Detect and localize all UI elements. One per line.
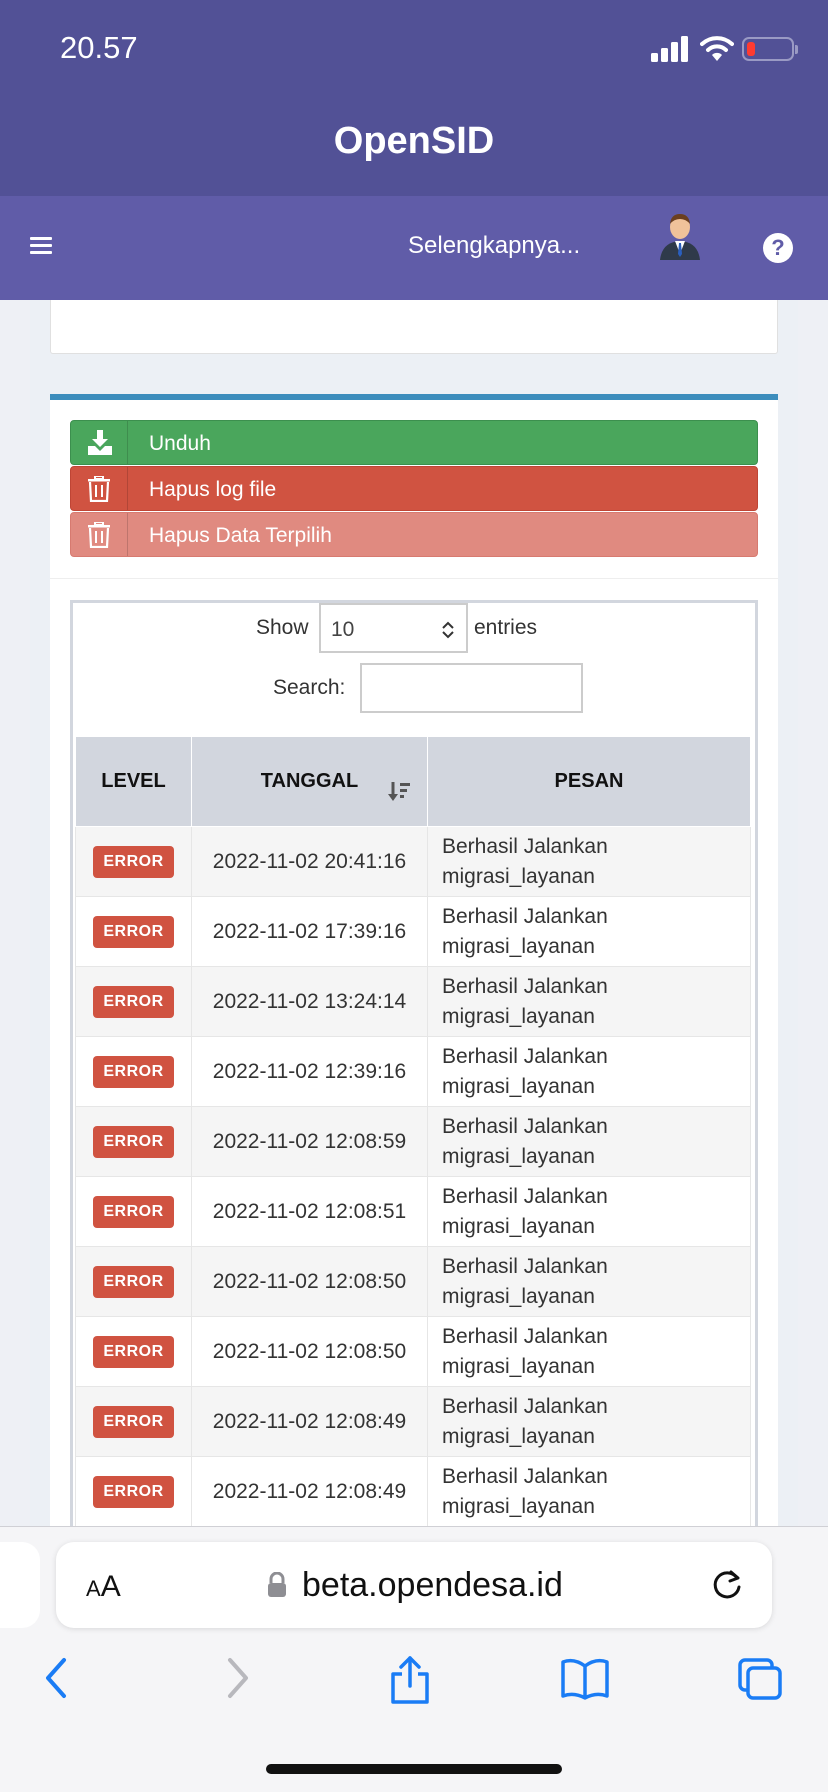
divider: [50, 578, 778, 579]
table-row[interactable]: ERROR 2022-11-02 12:08:59 Berhasil Jalan…: [75, 1106, 751, 1177]
hamburger-icon[interactable]: [30, 237, 52, 255]
search-label: Search:: [273, 676, 346, 699]
page-size-select[interactable]: 10: [319, 603, 468, 653]
url-text[interactable]: beta.opendesa.id: [302, 1566, 563, 1605]
table-row[interactable]: ERROR 2022-11-02 13:24:14 Berhasil Jalan…: [75, 966, 751, 1037]
show-label: Show: [256, 616, 309, 639]
signal-icon: [651, 36, 688, 62]
row-date: 2022-11-02 12:08:49: [191, 1386, 428, 1457]
delete-log-button[interactable]: Hapus log file: [70, 466, 758, 511]
help-icon[interactable]: ?: [763, 233, 793, 263]
forward-icon[interactable]: [222, 1656, 252, 1700]
column-header-message[interactable]: PESAN: [427, 736, 751, 827]
row-message: Berhasil Jalankan migrasi_layanan: [427, 896, 751, 967]
table-header-row: LEVEL TANGGAL PESAN: [75, 736, 751, 827]
user-avatar-icon[interactable]: [656, 210, 704, 260]
row-message: Berhasil Jalankan migrasi_layanan: [427, 1036, 751, 1107]
table-row[interactable]: ERROR 2022-11-02 20:41:16 Berhasil Jalan…: [75, 826, 751, 897]
row-date: 2022-11-02 12:08:59: [191, 1106, 428, 1177]
column-header-level[interactable]: LEVEL: [75, 736, 192, 827]
column-header-date[interactable]: TANGGAL: [191, 736, 428, 827]
level-badge: ERROR: [93, 1125, 174, 1158]
home-indicator: [266, 1764, 562, 1774]
row-message: Berhasil Jalankan migrasi_layanan: [427, 826, 751, 897]
table-row[interactable]: ERROR 2022-11-02 17:39:16 Berhasil Jalan…: [75, 896, 751, 967]
level-badge: ERROR: [93, 1055, 174, 1088]
row-date: 2022-11-02 17:39:16: [191, 896, 428, 967]
trash-icon: [71, 467, 128, 510]
level-badge: ERROR: [93, 985, 174, 1018]
chevron-updown-icon: [442, 621, 454, 639]
row-date: 2022-11-02 13:24:14: [191, 966, 428, 1037]
row-message: Berhasil Jalankan migrasi_layanan: [427, 966, 751, 1037]
row-date: 2022-11-02 12:08:51: [191, 1176, 428, 1247]
more-link[interactable]: Selengkapnya...: [408, 232, 580, 260]
download-button[interactable]: Unduh: [70, 420, 758, 465]
level-badge: ERROR: [93, 845, 174, 878]
row-message: Berhasil Jalankan migrasi_layanan: [427, 1106, 751, 1177]
level-badge: ERROR: [93, 1405, 174, 1438]
lock-icon: [268, 1572, 286, 1597]
row-date: 2022-11-02 12:08:50: [191, 1246, 428, 1317]
battery-icon: [742, 37, 798, 61]
reader-options-button[interactable]: AA: [86, 1570, 121, 1604]
top-box: [50, 300, 778, 354]
wifi-icon: [700, 36, 734, 61]
share-icon[interactable]: [388, 1656, 432, 1704]
tabs-icon[interactable]: [736, 1656, 784, 1702]
back-icon[interactable]: [42, 1656, 72, 1700]
page-size-value: 10: [331, 618, 355, 641]
table-row[interactable]: ERROR 2022-11-02 12:08:51 Berhasil Jalan…: [75, 1176, 751, 1247]
delete-log-label: Hapus log file: [149, 478, 277, 501]
table-row[interactable]: ERROR 2022-11-02 12:08:50 Berhasil Jalan…: [75, 1316, 751, 1387]
row-message: Berhasil Jalankan migrasi_layanan: [427, 1386, 751, 1457]
app-title: OpenSID: [333, 120, 495, 162]
table-row[interactable]: ERROR 2022-11-02 12:08:49 Berhasil Jalan…: [75, 1456, 751, 1527]
entries-label: entries: [474, 616, 538, 639]
row-date: 2022-11-02 12:08:50: [191, 1316, 428, 1387]
download-label: Unduh: [149, 432, 211, 455]
row-message: Berhasil Jalankan migrasi_layanan: [427, 1316, 751, 1387]
table-row[interactable]: ERROR 2022-11-02 12:08:50 Berhasil Jalan…: [75, 1246, 751, 1317]
level-badge: ERROR: [93, 1475, 174, 1508]
level-badge: ERROR: [93, 1195, 174, 1228]
row-date: 2022-11-02 20:41:16: [191, 826, 428, 897]
sort-icon: [388, 782, 410, 801]
reload-icon[interactable]: [710, 1568, 744, 1602]
column-header-date-label: TANGGAL: [260, 770, 359, 792]
delete-selected-label: Hapus Data Terpilih: [149, 524, 332, 547]
level-badge: ERROR: [93, 1265, 174, 1298]
previous-tab-preview[interactable]: [0, 1542, 40, 1628]
bookmarks-icon[interactable]: [560, 1656, 610, 1700]
table-row[interactable]: ERROR 2022-11-02 12:39:16 Berhasil Jalan…: [75, 1036, 751, 1107]
log-table: LEVEL TANGGAL PESAN ERROR 2022-11-02 20:…: [75, 736, 751, 1527]
search-input[interactable]: [360, 663, 583, 713]
table-row[interactable]: ERROR 2022-11-02 12:08:49 Berhasil Jalan…: [75, 1386, 751, 1457]
status-time: 20.57: [60, 30, 138, 65]
trash-icon: [71, 513, 128, 556]
delete-selected-button[interactable]: Hapus Data Terpilih: [70, 512, 758, 557]
row-date: 2022-11-02 12:39:16: [191, 1036, 428, 1107]
level-badge: ERROR: [93, 1335, 174, 1368]
level-badge: ERROR: [93, 915, 174, 948]
download-icon: [71, 421, 128, 464]
row-message: Berhasil Jalankan migrasi_layanan: [427, 1176, 751, 1247]
row-message: Berhasil Jalankan migrasi_layanan: [427, 1246, 751, 1317]
row-date: 2022-11-02 12:08:49: [191, 1456, 428, 1527]
row-message: Berhasil Jalankan migrasi_layanan: [427, 1456, 751, 1527]
